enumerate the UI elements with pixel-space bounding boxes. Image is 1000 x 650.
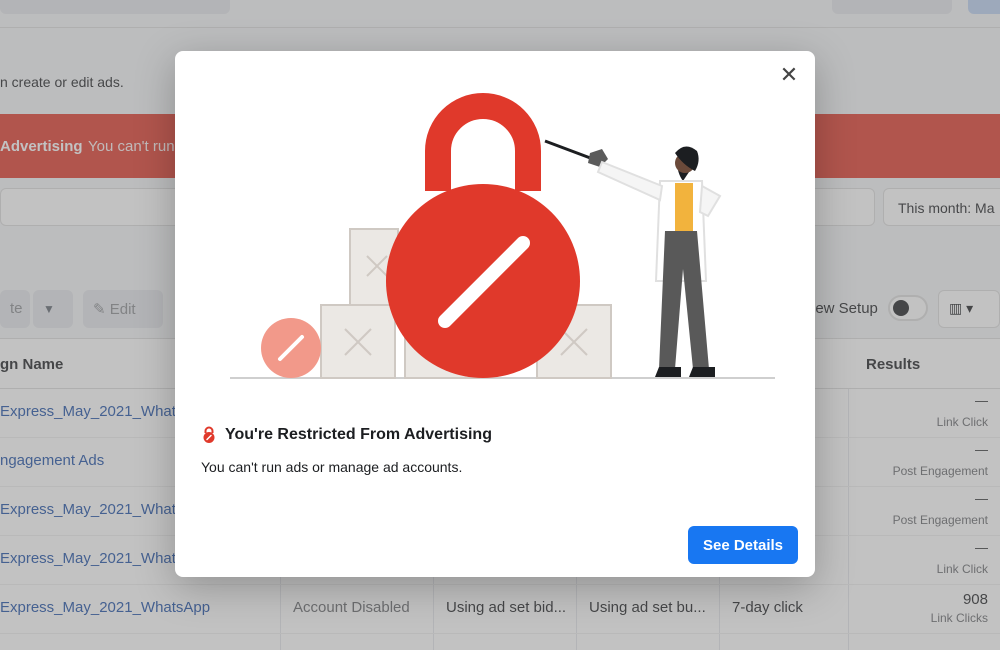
dialog-title: You're Restricted From Advertising (225, 426, 492, 443)
restriction-dialog: ✕ You're Restricted From Advertising You… (175, 51, 815, 577)
lock-icon (203, 426, 215, 443)
see-details-button[interactable]: See Details (688, 526, 798, 564)
close-icon[interactable]: ✕ (775, 61, 803, 89)
dialog-description: You can't run ads or manage ad accounts. (201, 459, 463, 475)
dialog-title-row: You're Restricted From Advertising (201, 426, 492, 444)
restricted-illustration (230, 93, 775, 379)
